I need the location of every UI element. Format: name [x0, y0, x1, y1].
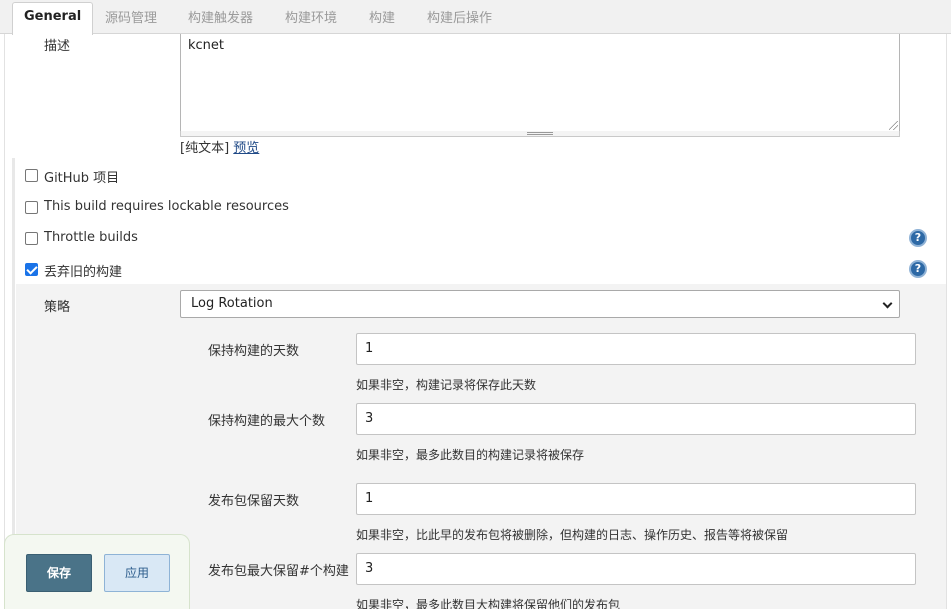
discard-old-builds-label: 丢弃旧的构建	[44, 265, 123, 280]
strategy-select[interactable]: Log Rotation	[180, 290, 900, 318]
tab-build[interactable]: 构建	[369, 7, 395, 27]
save-button[interactable]: 保存	[26, 554, 92, 592]
left-border	[4, 34, 5, 609]
artifact-max-builds-label: 发布包最大保留#个构建	[208, 564, 349, 579]
discard-old-builds-checkbox[interactable]	[25, 263, 38, 276]
description-textarea[interactable]: kcnet	[180, 34, 900, 132]
lockable-resources-checkbox[interactable]	[25, 201, 38, 214]
config-tab-bar: General 源码管理 构建触发器 构建环境 构建 构建后操作	[0, 0, 951, 35]
tab-source-code-management[interactable]: 源码管理	[105, 7, 157, 27]
tab-post-build-actions[interactable]: 构建后操作	[427, 7, 492, 27]
days-to-keep-input[interactable]: 1	[356, 333, 916, 365]
strategy-selected-value: Log Rotation	[191, 296, 273, 311]
artifact-max-builds-hint: 如果非空，最多此数目大构建将保留他们的发布包	[356, 598, 621, 609]
lockable-resources-label: This build requires lockable resources	[44, 199, 289, 214]
description-label: 描述	[44, 39, 71, 54]
max-builds-hint: 如果非空，最多此数目的构建记录将被保存	[356, 448, 585, 462]
discard-old-builds-help-icon[interactable]: ?	[909, 260, 927, 278]
days-to-keep-hint: 如果非空，构建记录将保存此天数	[356, 378, 537, 392]
artifact-max-builds-input[interactable]: 3	[356, 553, 916, 585]
artifact-days-input[interactable]: 1	[356, 483, 916, 515]
github-project-checkbox[interactable]	[25, 169, 38, 182]
drag-grip-icon	[527, 132, 553, 135]
github-project-label: GitHub 项目	[44, 171, 120, 186]
throttle-builds-help-icon[interactable]: ?	[909, 229, 927, 247]
preview-link[interactable]: 预览	[233, 141, 259, 156]
tab-build-triggers[interactable]: 构建触发器	[188, 7, 253, 27]
description-value: kcnet	[188, 38, 225, 53]
max-builds-input[interactable]: 3	[356, 403, 916, 435]
apply-button[interactable]: 应用	[104, 554, 170, 592]
max-builds-label: 保持构建的最大个数	[208, 414, 326, 429]
tab-general[interactable]: General	[12, 2, 94, 35]
markup-format-label: [纯文本]	[180, 141, 230, 156]
throttle-builds-checkbox[interactable]	[25, 232, 38, 245]
artifact-days-hint: 如果非空，比此早的发布包将被删除，但构建的日志、操作历史、报告等将被保留	[356, 528, 789, 542]
artifact-days-label: 发布包保留天数	[208, 494, 300, 509]
textarea-drag-strip[interactable]	[180, 131, 900, 137]
chevron-down-icon	[882, 298, 893, 309]
right-border	[946, 34, 947, 609]
tab-build-environment[interactable]: 构建环境	[285, 7, 337, 27]
resize-handle-icon[interactable]	[889, 121, 898, 130]
job-config-page: General 源码管理 构建触发器 构建环境 构建 构建后操作 描述 kcne…	[0, 0, 951, 609]
strategy-label: 策略	[44, 300, 71, 315]
days-to-keep-label: 保持构建的天数	[208, 344, 300, 359]
markup-formatter-note: [纯文本] 预览	[180, 137, 259, 156]
throttle-builds-label: Throttle builds	[44, 230, 138, 245]
